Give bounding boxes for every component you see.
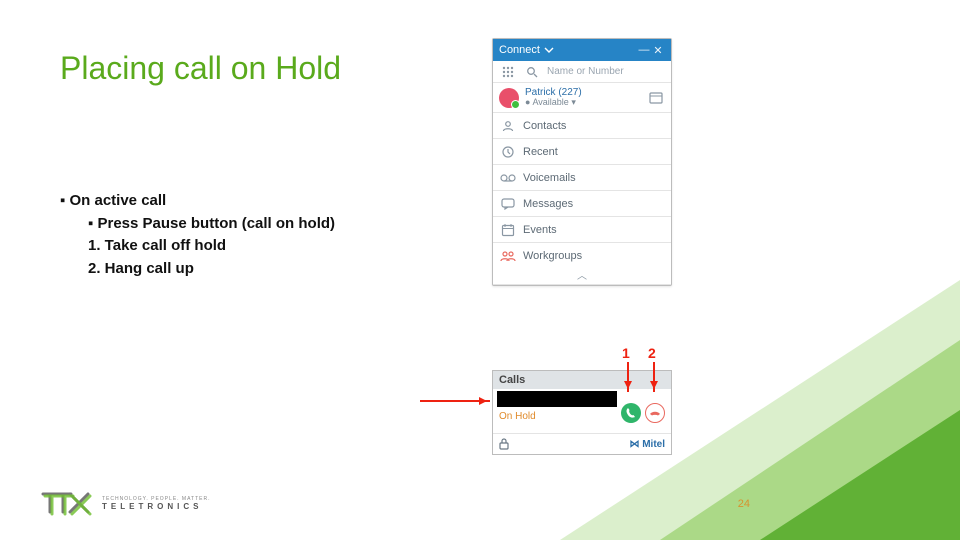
voicemail-icon [499, 173, 517, 183]
user-row[interactable]: Patrick (227) ● Available ▾ [493, 83, 671, 113]
bullet-top: On active call [70, 192, 167, 209]
logo-brand: TELETRONICS [102, 502, 211, 511]
search-input[interactable]: Name or Number [547, 66, 624, 77]
chevron-down-icon [544, 45, 554, 55]
search-icon [523, 66, 541, 78]
page-number: 24 [738, 498, 750, 510]
annotation-2: 2 [648, 345, 656, 361]
user-status: ● Available ▾ [525, 98, 582, 108]
workgroups-icon [499, 250, 517, 262]
calls-footer: ⋈ Mitel [493, 433, 671, 454]
nav-label: Events [523, 224, 557, 236]
minimize-button[interactable]: — [637, 44, 651, 56]
annotation-arrow [420, 400, 490, 402]
nav-label: Workgroups [523, 250, 582, 262]
ttx-logo-mark [40, 488, 94, 518]
search-row: Name or Number [493, 61, 671, 83]
app-titlebar[interactable]: Connect — ✕ [493, 39, 671, 61]
teletronics-logo: TECHNOLOGY. PEOPLE. MATTER. TELETRONICS [40, 488, 211, 518]
lock-icon [499, 438, 509, 450]
annotation-arrow-1 [627, 362, 629, 392]
messages-icon [499, 198, 517, 210]
contacts-icon [499, 119, 517, 133]
nav-label: Voicemails [523, 172, 576, 184]
calls-panel: Calls On Hold ⋈ Mitel [492, 370, 672, 455]
redacted-caller [497, 391, 617, 407]
bullet-num2: 2. Hang call up [88, 260, 194, 277]
calls-header: Calls [493, 371, 671, 389]
slide-title: Placing call on Hold [60, 50, 341, 87]
bullet-sub: Press Pause button (call on hold) [98, 215, 336, 232]
phone-icon [625, 407, 637, 419]
events-icon [499, 223, 517, 237]
nav-voicemails[interactable]: Voicemails [493, 165, 671, 191]
nav-label: Messages [523, 198, 573, 210]
dialpad-icon[interactable] [499, 65, 517, 79]
nav-recent[interactable]: Recent [493, 139, 671, 165]
bullet-num1: 1. Take call off hold [88, 237, 226, 254]
call-row: On Hold [493, 389, 671, 433]
nav-contacts[interactable]: Contacts [493, 113, 671, 139]
bullet-content: On active call Press Pause button (call … [60, 190, 335, 280]
nav-events[interactable]: Events [493, 217, 671, 243]
collapse-arrow[interactable]: ︿ [493, 269, 671, 285]
app-title-text: Connect [499, 44, 540, 56]
decor-triangle [760, 410, 960, 540]
avatar [499, 88, 519, 108]
annotation-arrow-2 [653, 362, 655, 392]
nav-label: Contacts [523, 120, 566, 132]
connect-app-window: Connect — ✕ Name or Number Patrick (227)… [492, 38, 672, 286]
card-icon[interactable] [647, 92, 665, 104]
close-button[interactable]: ✕ [651, 44, 665, 57]
call-status: On Hold [499, 411, 536, 422]
resume-call-button[interactable] [621, 403, 641, 423]
recent-icon [499, 145, 517, 159]
mitel-brand: ⋈ Mitel [629, 439, 665, 450]
hangup-button[interactable] [645, 403, 665, 423]
nav-label: Recent [523, 146, 558, 158]
nav-workgroups[interactable]: Workgroups [493, 243, 671, 269]
nav-messages[interactable]: Messages [493, 191, 671, 217]
annotation-1: 1 [622, 345, 630, 361]
hangup-icon [649, 407, 661, 419]
